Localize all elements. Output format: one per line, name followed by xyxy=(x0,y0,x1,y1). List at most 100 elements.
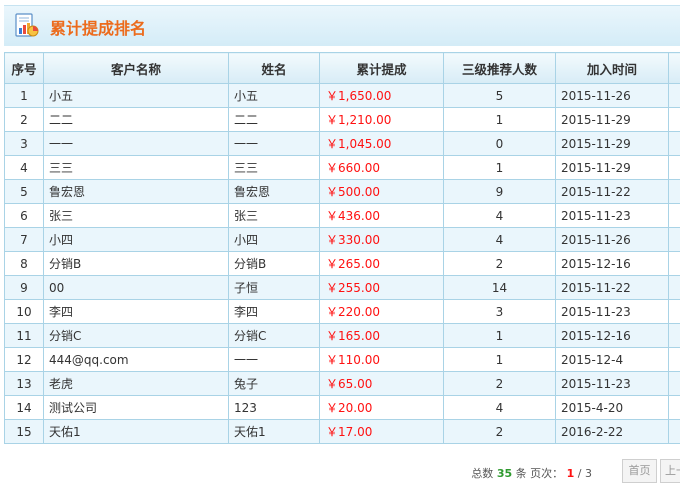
table-row: 8 分销B 分销B ￥265.00 2 2015-12-16 xyxy=(4,251,680,276)
referral-count: 1 xyxy=(443,155,556,180)
row-index: 15 xyxy=(4,419,44,444)
page: 累计提成排名 序号 客户名称 姓名 累计提成 三级推荐人数 加入时间 1 小五 小五… xyxy=(0,0,680,496)
table-row: 1 小五 小五 ￥1,650.00 5 2015-11-26 xyxy=(4,83,680,108)
ranking-table: 序号 客户名称 姓名 累计提成 三级推荐人数 加入时间 1 小五 小五 ￥1,650.… xyxy=(4,52,680,444)
table-row: 6 张三 张三 ￥436.00 4 2015-11-23 xyxy=(4,203,680,228)
table-row: 13 老虎 兔子 ￥65.00 2 2015-11-23 xyxy=(4,371,680,396)
commission-amount: ￥1,045.00 xyxy=(319,131,444,156)
row-index: 2 xyxy=(4,107,44,132)
table-row: 7 小四 小四 ￥330.00 4 2015-11-26 xyxy=(4,227,680,252)
person-name: 李四 xyxy=(228,299,320,324)
row-index: 13 xyxy=(4,371,44,396)
person-name: 小五 xyxy=(228,83,320,108)
customer-name: 李四 xyxy=(43,299,229,324)
commission-amount: ￥1,210.00 xyxy=(319,107,444,132)
referral-count: 0 xyxy=(443,131,556,156)
row-extra-cell xyxy=(668,179,680,204)
join-date: 2015-11-23 xyxy=(555,203,669,228)
join-date: 2015-11-29 xyxy=(555,155,669,180)
row-extra-cell xyxy=(668,203,680,228)
commission-amount: ￥165.00 xyxy=(319,323,444,348)
customer-name: 老虎 xyxy=(43,371,229,396)
column-header-name[interactable]: 姓名 xyxy=(228,52,320,84)
commission-amount: ￥1,650.00 xyxy=(319,83,444,108)
join-date: 2016-2-22 xyxy=(555,419,669,444)
row-extra-cell xyxy=(668,227,680,252)
customer-name: 天佑1 xyxy=(43,419,229,444)
table-row: 9 00 子恒 ￥255.00 14 2015-11-22 xyxy=(4,275,680,300)
row-extra-cell xyxy=(668,323,680,348)
row-index: 14 xyxy=(4,395,44,420)
customer-name: 张三 xyxy=(43,203,229,228)
referral-count: 1 xyxy=(443,323,556,348)
person-name: 分销C xyxy=(228,323,320,348)
row-index: 5 xyxy=(4,179,44,204)
person-name: 三三 xyxy=(228,155,320,180)
join-date: 2015-11-29 xyxy=(555,107,669,132)
report-chart-icon xyxy=(15,13,39,37)
table-row: 4 三三 三三 ￥660.00 1 2015-11-29 xyxy=(4,155,680,180)
referral-count: 9 xyxy=(443,179,556,204)
row-index: 7 xyxy=(4,227,44,252)
column-header-extra xyxy=(668,52,680,84)
referral-count: 3 xyxy=(443,299,556,324)
row-index: 10 xyxy=(4,299,44,324)
customer-name: 一一 xyxy=(43,131,229,156)
referral-count: 2 xyxy=(443,251,556,276)
title-bar: 累计提成排名 xyxy=(4,5,680,46)
person-name: 分销B xyxy=(228,251,320,276)
referral-count: 2 xyxy=(443,371,556,396)
row-extra-cell xyxy=(668,275,680,300)
person-name: 123 xyxy=(228,395,320,420)
first-page-button[interactable]: 首页 xyxy=(622,459,657,483)
row-extra-cell xyxy=(668,347,680,372)
customer-name: 小四 xyxy=(43,227,229,252)
row-index: 4 xyxy=(4,155,44,180)
person-name: 一一 xyxy=(228,347,320,372)
row-index: 1 xyxy=(4,83,44,108)
referral-count: 4 xyxy=(443,227,556,252)
total-label: 总数 xyxy=(471,467,494,480)
row-extra-cell xyxy=(668,395,680,420)
column-header-referrals[interactable]: 三级推荐人数 xyxy=(443,52,556,84)
prev-page-button[interactable]: 上一 xyxy=(660,459,680,483)
person-name: 一一 xyxy=(228,131,320,156)
person-name: 二二 xyxy=(228,107,320,132)
table-row: 14 测试公司 123 ￥20.00 4 2015-4-20 xyxy=(4,395,680,420)
table-row: 15 天佑1 天佑1 ￥17.00 2 2016-2-22 xyxy=(4,419,680,444)
page-separator: / xyxy=(577,467,582,480)
customer-name: 分销C xyxy=(43,323,229,348)
person-name: 子恒 xyxy=(228,275,320,300)
ranking-table-wrap: 序号 客户名称 姓名 累计提成 三级推荐人数 加入时间 1 小五 小五 ￥1,650.… xyxy=(4,52,680,444)
column-header-index[interactable]: 序号 xyxy=(4,52,44,84)
column-header-commission[interactable]: 累计提成 xyxy=(319,52,444,84)
table-row: 3 一一 一一 ￥1,045.00 0 2015-11-29 xyxy=(4,131,680,156)
total-count: 35 xyxy=(496,467,513,480)
table-row: 5 鲁宏恩 鲁宏恩 ￥500.00 9 2015-11-22 xyxy=(4,179,680,204)
commission-amount: ￥436.00 xyxy=(319,203,444,228)
referral-count: 14 xyxy=(443,275,556,300)
join-date: 2015-12-16 xyxy=(555,251,669,276)
person-name: 天佑1 xyxy=(228,419,320,444)
column-header-joined[interactable]: 加入时间 xyxy=(555,52,669,84)
row-extra-cell xyxy=(668,419,680,444)
referral-count: 4 xyxy=(443,203,556,228)
items-label: 条 页次： xyxy=(515,467,564,480)
referral-count: 5 xyxy=(443,83,556,108)
referral-count: 1 xyxy=(443,347,556,372)
table-row: 12 444@qq.com 一一 ￥110.00 1 2015-12-4 xyxy=(4,347,680,372)
person-name: 兔子 xyxy=(228,371,320,396)
join-date: 2015-11-23 xyxy=(555,371,669,396)
pagination-info: 总数 35 条 页次： 1 / 3 xyxy=(471,465,592,481)
column-header-customer[interactable]: 客户名称 xyxy=(43,52,229,84)
referral-count: 4 xyxy=(443,395,556,420)
person-name: 小四 xyxy=(228,227,320,252)
commission-amount: ￥265.00 xyxy=(319,251,444,276)
customer-name: 444@qq.com xyxy=(43,347,229,372)
commission-amount: ￥500.00 xyxy=(319,179,444,204)
customer-name: 二二 xyxy=(43,107,229,132)
person-name: 张三 xyxy=(228,203,320,228)
join-date: 2015-12-4 xyxy=(555,347,669,372)
row-extra-cell xyxy=(668,83,680,108)
table-body: 1 小五 小五 ￥1,650.00 5 2015-11-26 2 二二 二二 ￥1,210.00 1… xyxy=(4,83,680,444)
